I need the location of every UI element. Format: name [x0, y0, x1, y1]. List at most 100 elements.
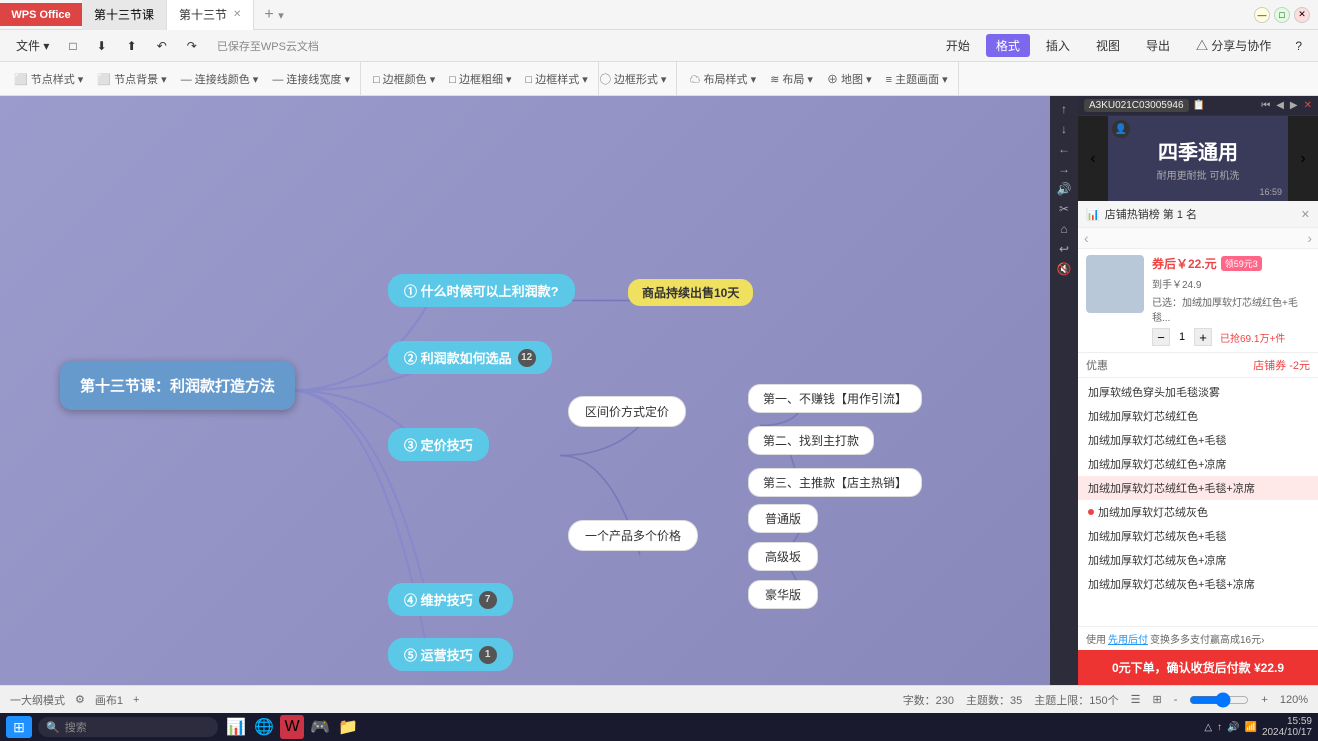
taskbar-right: △ ↑ 🔊 📶 15:59 2024/10/17: [1204, 716, 1312, 738]
layout-style-btn[interactable]: ☁ 布局样式 ▾: [683, 69, 762, 89]
side-left-icon[interactable]: ←: [1058, 142, 1070, 156]
node-3-child-1[interactable]: 区间价方式定价: [568, 396, 686, 427]
taskbar-icon-web[interactable]: 🌐: [252, 715, 276, 739]
maximize-button[interactable]: □: [1274, 7, 1290, 23]
option-item-8[interactable]: 加绒加厚软灯芯绒灰色+毛毯+凉席: [1078, 572, 1318, 596]
qty-plus-btn[interactable]: +: [1194, 328, 1212, 346]
notif-next[interactable]: ▶: [1290, 100, 1298, 111]
tab-2[interactable]: 第十三节 ✕: [167, 0, 254, 30]
chat-image-area: ‹ 四季通用 耐用更耐批 可机洗 › 👤 16:59: [1078, 116, 1318, 201]
node-1[interactable]: ① 什么时候可以上利润款?: [388, 274, 575, 307]
theme-btn[interactable]: ≡ 主题画面 ▾: [880, 69, 954, 89]
node-5[interactable]: ⑤ 运营技巧 1: [388, 638, 513, 671]
close-button[interactable]: ✕: [1294, 7, 1310, 23]
menu-print[interactable]: ⬆: [119, 36, 145, 56]
taskbar-volume-icon[interactable]: 🔊: [1227, 722, 1239, 733]
list-icon[interactable]: ☰: [1131, 693, 1141, 706]
tab-1[interactable]: 第十三节课: [82, 0, 167, 30]
side-volume-icon[interactable]: 🔊: [1057, 182, 1072, 196]
menu-save[interactable]: ⬇: [89, 36, 115, 56]
node-3-child-2-c[interactable]: 豪华版: [748, 580, 818, 609]
map-btn[interactable]: ⊕ 地图 ▾: [821, 69, 878, 89]
notif-prev[interactable]: ◀: [1276, 100, 1284, 111]
qty-minus-btn[interactable]: −: [1152, 328, 1170, 346]
node-1-child-1[interactable]: 商品持续出售10天: [628, 279, 753, 306]
option-item-3[interactable]: 加绒加厚软灯芯绒红色+凉席: [1078, 452, 1318, 476]
option-item-5[interactable]: 加绒加厚软灯芯绒灰色: [1078, 500, 1318, 524]
option-item-1[interactable]: 加绒加厚软灯芯绒红色: [1078, 404, 1318, 428]
settings-icon[interactable]: ⚙: [75, 693, 85, 706]
border-width-btn[interactable]: □ 边框粗细 ▾: [443, 69, 517, 89]
side-scissors-icon[interactable]: ✂: [1059, 202, 1069, 216]
layout-btn[interactable]: ≋ 布局 ▾: [764, 69, 819, 89]
option-item-2[interactable]: 加绒加厚软灯芯绒红色+毛毯: [1078, 428, 1318, 452]
menu-redo[interactable]: ↷: [179, 36, 205, 56]
taskbar-icon-chart[interactable]: 📊: [224, 715, 248, 739]
menu-undo[interactable]: ↶: [149, 36, 175, 56]
help-button[interactable]: ?: [1287, 36, 1310, 56]
image-next-btn[interactable]: ›: [1288, 116, 1318, 201]
minimize-button[interactable]: —: [1254, 7, 1270, 23]
shop-close-icon[interactable]: ✕: [1301, 208, 1310, 221]
node-3-child-1-b[interactable]: 第二、找到主打款: [748, 426, 874, 455]
taskbar-notify-icon[interactable]: △: [1204, 722, 1212, 733]
menu-file[interactable]: 文件 ▾: [8, 34, 57, 57]
node-3-child-2-b[interactable]: 高级坂: [748, 542, 818, 571]
grid-icon[interactable]: ⊞: [1153, 693, 1162, 706]
node-3-child-1-a[interactable]: 第一、不赚钱【用作引流】: [748, 384, 922, 413]
side-home-icon[interactable]: ⌂: [1060, 222, 1067, 236]
node-3-child-2-a[interactable]: 普通版: [748, 504, 818, 533]
shop-next-btn[interactable]: ›: [1307, 230, 1312, 246]
menu-insert[interactable]: 插入: [1036, 34, 1080, 57]
start-button[interactable]: ⊞: [6, 716, 32, 738]
menu-start[interactable]: 开始: [936, 34, 980, 57]
share-button[interactable]: △ 分享与协作: [1186, 34, 1281, 57]
border-form-btn[interactable]: ⃝ 边框形式 ▾: [605, 69, 673, 89]
node-style-btn[interactable]: ⬜ 节点样式 ▾: [8, 69, 89, 89]
menu-export[interactable]: 导出: [1136, 34, 1180, 57]
side-up-icon[interactable]: ↑: [1061, 102, 1067, 116]
notif-close[interactable]: ✕: [1304, 100, 1312, 111]
line-width-btn[interactable]: — 连接线宽度 ▾: [266, 69, 356, 89]
node-4[interactable]: ④ 维护技巧 7: [388, 583, 513, 616]
border-style-btn[interactable]: □ 边框样式 ▾: [520, 69, 594, 89]
option-item-6[interactable]: 加绒加厚软灯芯绒灰色+毛毯: [1078, 524, 1318, 548]
line-color-btn[interactable]: — 连接线颜色 ▾: [175, 69, 265, 89]
root-node[interactable]: 第十三节课：利润款打造方法: [60, 361, 295, 410]
taskbar-icon-wps[interactable]: W: [280, 715, 304, 739]
side-right-icon[interactable]: →: [1058, 162, 1070, 176]
menu-view[interactable]: 视图: [1086, 34, 1130, 57]
coupon-link[interactable]: 先用后付: [1108, 631, 1148, 646]
taskbar-up-icon[interactable]: ↑: [1217, 722, 1222, 733]
taskbar-icon-folder[interactable]: 📁: [336, 715, 360, 739]
node-bg-btn[interactable]: ⬜ 节点背景 ▾: [91, 69, 172, 89]
coupon-text: 使用: [1086, 631, 1106, 646]
node-2[interactable]: ② 利润款如何选品 12: [388, 341, 552, 374]
canvas-area[interactable]: 第十三节课：利润款打造方法 ① 什么时候可以上利润款? 商品持续出售10天 ② …: [0, 96, 1050, 685]
image-prev-btn[interactable]: ‹: [1078, 116, 1108, 201]
tab-close-icon[interactable]: ✕: [233, 9, 241, 20]
buy-button[interactable]: 0元下单，确认收货后付款 ¥22.9: [1078, 650, 1318, 685]
add-canvas-btn[interactable]: +: [133, 694, 139, 706]
zoom-out-btn[interactable]: -: [1174, 694, 1178, 706]
option-item-7[interactable]: 加绒加厚软灯芯绒灰色+凉席: [1078, 548, 1318, 572]
node-3-child-1-c[interactable]: 第三、主推款【店主热销】: [748, 468, 922, 497]
node-3-child-2[interactable]: 一个产品多个价格: [568, 520, 698, 551]
node-3[interactable]: ③ 定价技巧: [388, 428, 489, 461]
shop-prev-btn[interactable]: ‹: [1084, 230, 1089, 246]
side-down-icon[interactable]: ↓: [1061, 122, 1067, 136]
option-item-0[interactable]: 加厚软绒色穿头加毛毯淡雾: [1078, 380, 1318, 404]
notif-prev-prev[interactable]: ⏮: [1261, 100, 1270, 111]
menu-new[interactable]: □: [61, 36, 84, 56]
taskbar-network-icon[interactable]: 📶: [1244, 722, 1256, 733]
menu-format[interactable]: 格式: [986, 34, 1030, 57]
option-item-4-highlighted[interactable]: 加绒加厚软灯芯绒红色+毛毯+凉席: [1078, 476, 1318, 500]
side-return-icon[interactable]: ↩: [1059, 242, 1069, 256]
border-color-btn[interactable]: □ 边框颜色 ▾: [367, 69, 441, 89]
taskbar-icon-game[interactable]: 🎮: [308, 715, 332, 739]
add-tab-button[interactable]: + ▾: [254, 6, 293, 24]
taskbar-search[interactable]: 🔍 搜索: [38, 717, 218, 737]
zoom-in-btn[interactable]: +: [1261, 694, 1267, 706]
side-mute-icon[interactable]: 🔇: [1057, 262, 1072, 276]
zoom-slider[interactable]: [1189, 692, 1249, 708]
